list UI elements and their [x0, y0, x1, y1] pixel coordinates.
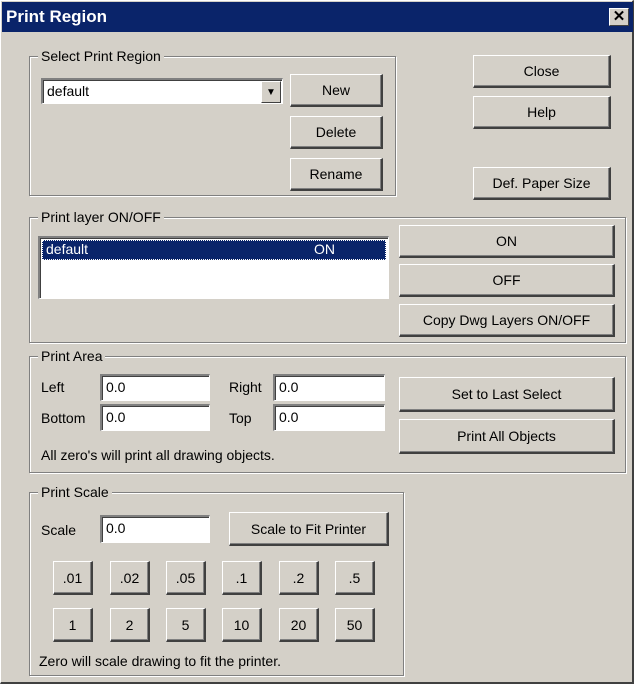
left-label: Left [41, 379, 65, 395]
left-field[interactable]: 0.0 [100, 374, 210, 401]
new-button[interactable]: New [290, 74, 383, 107]
chevron-down-icon[interactable]: ▼ [261, 81, 281, 103]
bottom-value: 0.0 [106, 409, 126, 425]
scale-preset-button[interactable]: .5 [335, 561, 375, 595]
scale-preset-button[interactable]: 2 [110, 608, 150, 642]
print-layer-legend: Print layer ON/OFF [38, 208, 164, 226]
print-all-objects-button[interactable]: Print All Objects [399, 419, 615, 454]
scale-to-fit-printer-button[interactable]: Scale to Fit Printer [229, 512, 389, 546]
help-button[interactable]: Help [473, 96, 611, 129]
rename-button[interactable]: Rename [290, 158, 383, 191]
print-region-dialog: Print Region ✕ Select Print Region defau… [0, 0, 634, 684]
region-dropdown[interactable]: default ▼ [41, 78, 283, 104]
print-area-note: All zero's will print all drawing object… [41, 447, 275, 463]
scale-preset-button[interactable]: .1 [222, 561, 262, 595]
bottom-label: Bottom [41, 410, 86, 426]
layer-row[interactable]: default ON [42, 240, 386, 260]
scale-value: 0.0 [106, 520, 126, 536]
set-to-last-select-button[interactable]: Set to Last Select [399, 377, 615, 412]
top-value: 0.0 [279, 409, 299, 425]
print-scale-note: Zero will scale drawing to fit the print… [39, 653, 281, 669]
layer-off-button[interactable]: OFF [399, 264, 615, 297]
top-field[interactable]: 0.0 [273, 404, 385, 431]
scale-label: Scale [41, 522, 77, 538]
scale-preset-button[interactable]: 20 [279, 608, 319, 642]
scale-preset-button[interactable]: .01 [53, 561, 93, 595]
region-dropdown-value: default [47, 83, 90, 99]
layer-state: ON [314, 241, 335, 257]
copy-dwg-layers-button[interactable]: Copy Dwg Layers ON/OFF [399, 304, 615, 337]
close-window-icon[interactable]: ✕ [609, 8, 629, 26]
scale-preset-button[interactable]: 10 [222, 608, 262, 642]
scale-preset-button[interactable]: .02 [110, 561, 150, 595]
scale-preset-button[interactable]: .05 [166, 561, 206, 595]
scale-field[interactable]: 0.0 [100, 515, 210, 543]
scale-preset-button[interactable]: 5 [166, 608, 206, 642]
scale-preset-button[interactable]: 50 [335, 608, 375, 642]
close-button[interactable]: Close [473, 55, 611, 88]
layer-name: default [46, 241, 89, 257]
bottom-field[interactable]: 0.0 [100, 404, 210, 431]
title-bar[interactable]: Print Region ✕ [2, 2, 633, 32]
print-scale-legend: Print Scale [38, 483, 112, 501]
print-area-legend: Print Area [38, 347, 106, 365]
top-label: Top [229, 410, 252, 426]
left-value: 0.0 [106, 379, 126, 395]
right-value: 0.0 [279, 379, 299, 395]
scale-preset-button[interactable]: 1 [53, 608, 93, 642]
layer-list[interactable]: default ON [38, 236, 389, 299]
default-paper-size-button[interactable]: Def. Paper Size [473, 167, 611, 200]
select-region-legend: Select Print Region [38, 47, 164, 65]
window-title: Print Region [6, 7, 108, 26]
right-label: Right [229, 379, 262, 395]
delete-button[interactable]: Delete [290, 116, 383, 149]
right-field[interactable]: 0.0 [273, 374, 385, 401]
layer-on-button[interactable]: ON [399, 225, 615, 258]
scale-preset-button[interactable]: .2 [279, 561, 319, 595]
